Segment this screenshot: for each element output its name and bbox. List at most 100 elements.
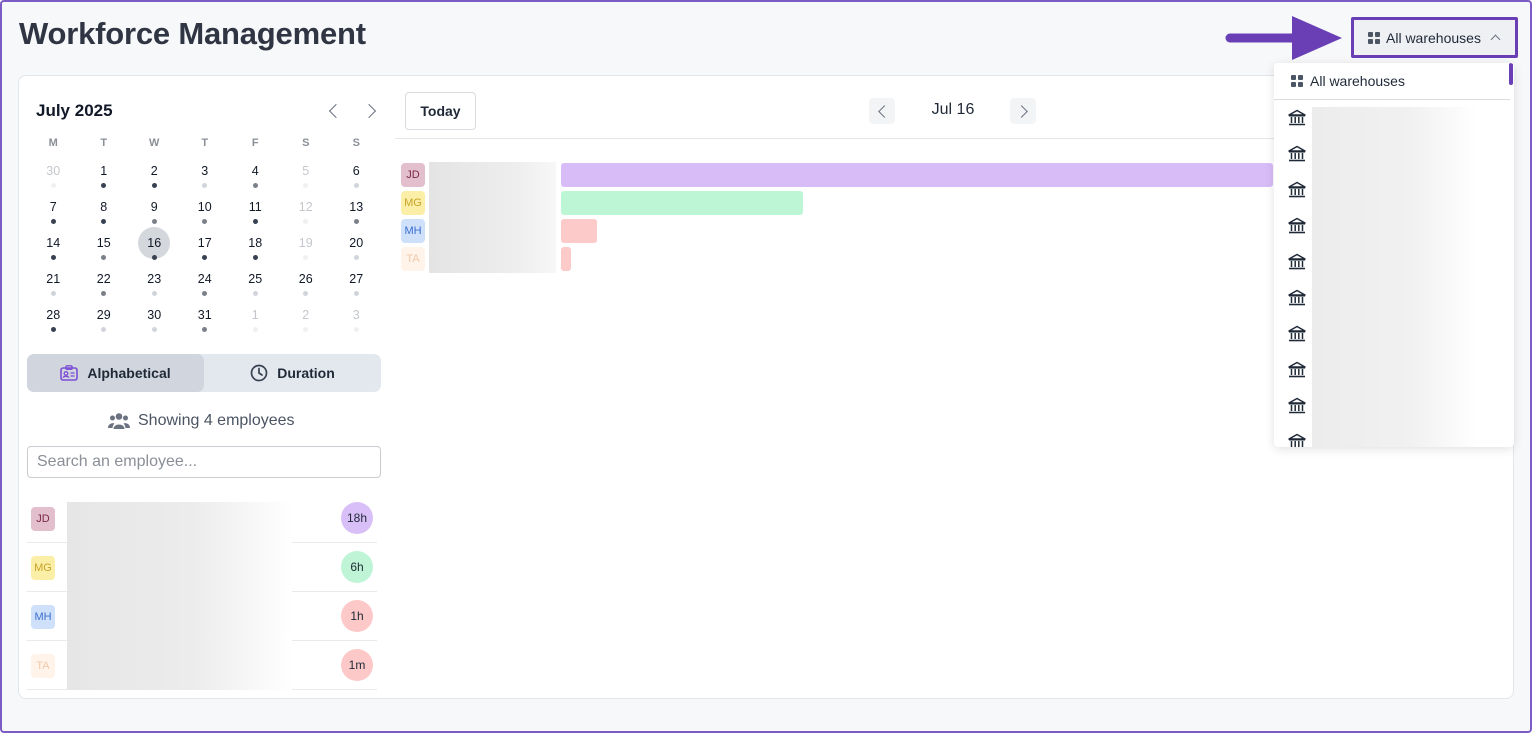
- employee-name-redacted: [67, 502, 292, 543]
- next-day-button[interactable]: [1010, 98, 1036, 124]
- calendar-day-number: 27: [349, 272, 364, 286]
- employee-initials-badge: MH: [31, 605, 55, 629]
- shift-bar[interactable]: [561, 191, 803, 215]
- calendar-day[interactable]: 31: [180, 307, 231, 335]
- current-date-label: Jul 16: [931, 101, 975, 118]
- shift-bar[interactable]: [561, 247, 571, 271]
- calendar-day[interactable]: 10: [180, 199, 231, 227]
- calendar-day[interactable]: 17: [180, 235, 231, 263]
- sort-alphabetical-button[interactable]: Alphabetical: [27, 354, 204, 392]
- calendar-day[interactable]: 3: [331, 307, 382, 335]
- warehouse-selector-button[interactable]: All warehouses: [1351, 17, 1518, 58]
- calendar-day-number: 6: [352, 164, 360, 178]
- activity-dot: [50, 291, 56, 296]
- calendar-day-number: 8: [100, 200, 108, 214]
- calendar-day[interactable]: 11: [230, 199, 281, 227]
- calendar-day[interactable]: 27: [331, 271, 382, 299]
- today-button[interactable]: Today: [405, 92, 476, 130]
- calendar-day[interactable]: 30: [28, 163, 79, 191]
- activity-dot: [353, 255, 359, 260]
- employee-row[interactable]: TA 1m: [27, 641, 377, 690]
- warehouse-option[interactable]: [1288, 181, 1308, 201]
- employee-row[interactable]: JD 18h: [27, 494, 377, 543]
- warehouse-option[interactable]: [1288, 109, 1308, 129]
- calendar-day[interactable]: 29: [79, 307, 130, 335]
- calendar-day[interactable]: 14: [28, 235, 79, 263]
- weekday-header: S: [352, 137, 360, 149]
- activity-dot: [101, 291, 107, 296]
- calendar-day[interactable]: 2: [129, 163, 180, 191]
- calendar-day[interactable]: 20: [331, 235, 382, 263]
- calendar-day[interactable]: 28: [28, 307, 79, 335]
- warehouse-icon: [1288, 397, 1306, 414]
- calendar-day[interactable]: 23: [129, 271, 180, 299]
- employee-name-redacted: [67, 641, 292, 690]
- calendar-day-selected[interactable]: 16: [129, 227, 180, 263]
- activity-dot: [151, 219, 157, 224]
- calendar-day[interactable]: 18: [230, 235, 281, 263]
- warehouse-icon: [1288, 253, 1306, 270]
- shift-bar[interactable]: [561, 163, 1273, 187]
- calendar-day[interactable]: 6: [331, 163, 382, 191]
- warehouse-dropdown-menu: All warehouses: [1274, 63, 1514, 447]
- calendar-day[interactable]: 5: [281, 163, 332, 191]
- warehouse-option[interactable]: [1288, 145, 1308, 165]
- calendar-day[interactable]: 21: [28, 271, 79, 299]
- dropdown-all-warehouses-option[interactable]: All warehouses: [1274, 63, 1510, 100]
- calendar-day[interactable]: 3: [180, 163, 231, 191]
- warehouse-option[interactable]: [1288, 217, 1308, 237]
- activity-dot: [202, 327, 208, 332]
- calendar-day[interactable]: 25: [230, 271, 281, 299]
- calendar-day[interactable]: 19: [281, 235, 332, 263]
- warehouse-option[interactable]: [1288, 433, 1308, 447]
- calendar-day[interactable]: 4: [230, 163, 281, 191]
- weekday-header: T: [201, 137, 209, 149]
- timeline-initials-badge: TA: [401, 247, 425, 271]
- calendar-day[interactable]: 1: [230, 307, 281, 335]
- calendar-day-number: 7: [49, 200, 57, 214]
- calendar-day-number: 28: [46, 308, 61, 322]
- warehouse-option[interactable]: [1288, 325, 1308, 345]
- calendar-day[interactable]: 26: [281, 271, 332, 299]
- prev-day-button[interactable]: [869, 98, 895, 124]
- activity-dot: [353, 291, 359, 296]
- weekday-header: W: [149, 137, 160, 149]
- calendar-day[interactable]: 24: [180, 271, 231, 299]
- calendar-day[interactable]: 13: [331, 199, 382, 227]
- calendar-day-number: 17: [197, 236, 212, 250]
- calendar-day[interactable]: 9: [129, 199, 180, 227]
- chevron-left-icon: [877, 104, 891, 118]
- warehouse-option[interactable]: [1288, 397, 1308, 417]
- calendar-day[interactable]: 2: [281, 307, 332, 335]
- calendar-day-number: 30: [147, 308, 162, 322]
- calendar-day[interactable]: 30: [129, 307, 180, 335]
- calendar-day-number: 21: [46, 272, 61, 286]
- calendar-day-number: 20: [349, 236, 364, 250]
- warehouse-names-redacted: [1312, 107, 1477, 447]
- warehouse-option[interactable]: [1288, 361, 1308, 381]
- calendar-day[interactable]: 8: [79, 199, 130, 227]
- sort-duration-button[interactable]: Duration: [204, 354, 381, 392]
- warehouse-icon: [1288, 289, 1306, 306]
- calendar-day[interactable]: 7: [28, 199, 79, 227]
- employee-search-input[interactable]: [27, 446, 381, 478]
- employee-duration-badge: 1h: [341, 600, 373, 632]
- sort-toggle: Alphabetical Duration: [27, 354, 381, 392]
- grid-icon: [1291, 75, 1303, 87]
- calendar-day[interactable]: 15: [79, 235, 130, 263]
- employee-row[interactable]: MH 1h: [27, 592, 377, 641]
- shift-bar[interactable]: [561, 219, 597, 243]
- calendar-day-number: 2: [302, 308, 310, 322]
- activity-dot: [202, 219, 208, 224]
- calendar-day[interactable]: 22: [79, 271, 130, 299]
- activity-dot: [50, 183, 56, 188]
- calendar-day[interactable]: 12: [281, 199, 332, 227]
- calendar-day[interactable]: 1: [79, 163, 130, 191]
- employee-row[interactable]: MG 6h: [27, 543, 377, 592]
- warehouse-option[interactable]: [1288, 253, 1308, 273]
- calendar-day-number: 19: [298, 236, 313, 250]
- warehouse-option[interactable]: [1288, 289, 1308, 309]
- activity-dot: [50, 327, 56, 332]
- sort-alphabetical-label: Alphabetical: [87, 365, 171, 381]
- id-card-icon: [60, 365, 79, 381]
